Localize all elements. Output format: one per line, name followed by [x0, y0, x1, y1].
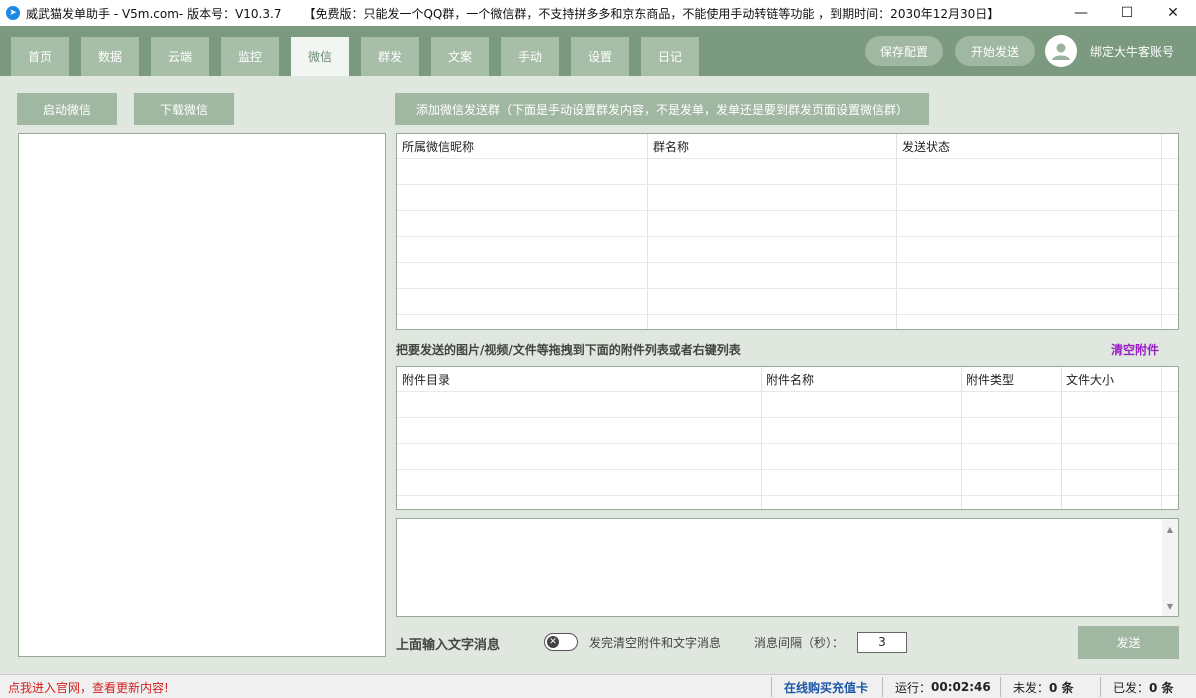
- interval-label: 消息间隔（秒）：: [754, 636, 845, 650]
- row-divider: [397, 417, 1178, 418]
- message-input-label: 上面输入文字消息: [396, 638, 501, 653]
- send-button[interactable]: 发送: [1078, 626, 1179, 659]
- clear-after-send-label: 发完清空附件和文字消息: [589, 636, 722, 650]
- column-header-file-type[interactable]: 附件类型: [966, 371, 1014, 388]
- start-send-button[interactable]: 开始发送: [955, 36, 1035, 66]
- column-header-file-size[interactable]: 文件大小: [1066, 371, 1114, 388]
- sent-label: 已发：: [1113, 680, 1150, 695]
- unsent-count: 0 条: [1049, 680, 1074, 695]
- wechat-page: 启动微信 下载微信 添加微信发送群（下面是手动设置群发内容，不是发单，发单还是要…: [0, 76, 1196, 674]
- x-toggle-icon: ✕: [547, 636, 559, 648]
- column-divider: [647, 134, 648, 329]
- buy-card-link[interactable]: 在线购买充值卡: [784, 678, 868, 696]
- tab-home[interactable]: 首页: [11, 37, 69, 76]
- start-wechat-button[interactable]: 启动微信: [17, 93, 117, 125]
- status-bar: 点我进入官网，查看更新内容! 在线购买充值卡 运行： 00:02:46 未发： …: [0, 674, 1196, 698]
- close-button[interactable]: ✕: [1150, 0, 1196, 26]
- column-divider: [1061, 367, 1062, 509]
- column-divider: [1161, 134, 1162, 329]
- running-time: 00:02:46: [931, 680, 991, 694]
- attachment-hint: 把要发送的图片/视频/文件等拖拽到下面的附件列表或者右键列表: [396, 343, 741, 357]
- row-divider: [397, 210, 1178, 211]
- status-divider: [1100, 677, 1101, 697]
- user-avatar-icon[interactable]: [1045, 35, 1077, 67]
- message-scrollbar[interactable]: ▲ ▼: [1162, 519, 1178, 616]
- tab-data[interactable]: 数据: [81, 37, 139, 76]
- column-header-send-status[interactable]: 发送状态: [902, 138, 950, 155]
- clear-attachments-link[interactable]: 清空附件: [1111, 341, 1159, 358]
- message-textarea[interactable]: ▲ ▼: [396, 518, 1179, 617]
- tab-cloud[interactable]: 云端: [151, 37, 209, 76]
- row-divider: [397, 314, 1178, 315]
- row-divider: [397, 262, 1178, 263]
- scroll-up-icon[interactable]: ▲: [1162, 521, 1178, 537]
- tab-monitor[interactable]: 监控: [221, 37, 279, 76]
- app-icon: ➤: [6, 6, 20, 20]
- tab-manual[interactable]: 手动: [501, 37, 559, 76]
- row-divider: [397, 158, 1178, 159]
- status-divider: [882, 677, 883, 697]
- column-header-file-name[interactable]: 附件名称: [766, 371, 814, 388]
- row-divider: [397, 236, 1178, 237]
- row-divider: [397, 443, 1178, 444]
- row-divider: [397, 469, 1178, 470]
- column-header-nickname[interactable]: 所属微信昵称: [402, 138, 474, 155]
- row-divider: [397, 288, 1178, 289]
- window-title: 威武猫发单助手 - V5m.com- 版本号：V10.3.7: [26, 6, 282, 21]
- clear-after-send-toggle[interactable]: ✕: [544, 633, 578, 651]
- tab-wechat[interactable]: 微信: [291, 37, 349, 76]
- sent-count: 0 条: [1149, 680, 1174, 695]
- column-divider: [1161, 367, 1162, 509]
- save-config-button[interactable]: 保存配置: [865, 36, 943, 66]
- license-notice: 【免费版：只能发一个QQ群，一个微信群，不支持拼多多和京东商品，不能使用手动转链…: [303, 6, 1000, 21]
- tab-group-send[interactable]: 群发: [361, 37, 419, 76]
- running-label: 运行：: [895, 680, 932, 695]
- window-controls: — ☐ ✕: [1058, 0, 1196, 26]
- add-wechat-group-button[interactable]: 添加微信发送群（下面是手动设置群发内容，不是发单，发单还是要到群发页面设置微信群…: [395, 93, 929, 125]
- download-wechat-button[interactable]: 下载微信: [134, 93, 234, 125]
- attachment-table[interactable]: 附件目录 附件名称 附件类型 文件大小: [396, 366, 1179, 510]
- row-divider: [397, 495, 1178, 496]
- group-table[interactable]: 所属微信昵称 群名称 发送状态: [396, 133, 1179, 330]
- column-divider: [896, 134, 897, 329]
- column-header-directory[interactable]: 附件目录: [402, 371, 450, 388]
- tab-settings[interactable]: 设置: [571, 37, 629, 76]
- bind-account-link[interactable]: 绑定大牛客账号: [1090, 43, 1174, 60]
- scroll-down-icon[interactable]: ▼: [1162, 598, 1178, 614]
- website-link[interactable]: 点我进入官网，查看更新内容!: [8, 678, 169, 696]
- title-bar: ➤ 威武猫发单助手 - V5m.com- 版本号：V10.3.7 【免费版：只能…: [0, 0, 1196, 26]
- column-divider: [761, 367, 762, 509]
- column-header-group-name[interactable]: 群名称: [653, 138, 689, 155]
- status-divider: [1000, 677, 1001, 697]
- tab-copywriting[interactable]: 文案: [431, 37, 489, 76]
- maximize-button[interactable]: ☐: [1104, 0, 1150, 26]
- status-divider: [771, 677, 772, 697]
- unsent-label: 未发：: [1013, 680, 1050, 695]
- interval-input[interactable]: 3: [857, 632, 907, 653]
- row-divider: [397, 391, 1178, 392]
- nav-bar: 首页 数据 云端 监控 微信 群发 文案 手动 设置 日记 保存配置 开始发送 …: [0, 26, 1196, 76]
- row-divider: [397, 184, 1178, 185]
- wechat-account-list[interactable]: [18, 133, 386, 657]
- minimize-button[interactable]: —: [1058, 0, 1104, 26]
- column-divider: [961, 367, 962, 509]
- tab-log[interactable]: 日记: [641, 37, 699, 76]
